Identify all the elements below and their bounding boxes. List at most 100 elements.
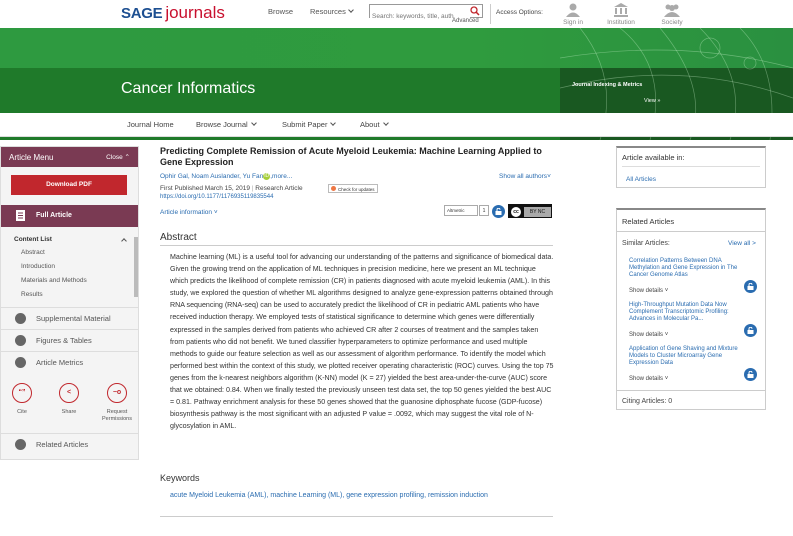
- show-details-toggle[interactable]: Show details ˅: [629, 332, 668, 338]
- society-icon: [664, 4, 680, 17]
- cc-logo: cc: [510, 206, 522, 218]
- open-access-lock-icon: [492, 205, 505, 218]
- related-label: Related Articles: [36, 440, 89, 449]
- search-icon[interactable]: [470, 6, 480, 16]
- quote-icon: “”: [18, 389, 26, 396]
- keywords-list[interactable]: acute Myeloid Leukemia (AML), machine Le…: [170, 492, 488, 499]
- figures-label: Figures & Tables: [36, 336, 92, 345]
- journal-indexing-link[interactable]: Journal Indexing & Metrics: [572, 82, 642, 88]
- view-metrics-link[interactable]: View »: [644, 98, 660, 104]
- full-article-tab[interactable]: Full Article: [1, 205, 138, 227]
- doi-link[interactable]: https://doi.org/10.1177/1176935119835544: [160, 194, 273, 200]
- similar-articles-label: Similar Articles:: [622, 240, 670, 247]
- available-in-heading: Article available in:: [622, 153, 685, 162]
- publication-info: First Published March 15, 2019 | Researc…: [160, 185, 303, 192]
- sage-journals-logo[interactable]: SAGE journals: [121, 3, 225, 22]
- related-articles-heading: Related Articles: [622, 217, 675, 226]
- altmetric-badge[interactable]: Altmetric: [444, 205, 478, 216]
- show-all-authors-link[interactable]: Show all authors˅: [499, 173, 551, 180]
- metrics-label: Article Metrics: [36, 358, 84, 367]
- related-article-link[interactable]: High-Throughput Mutation Data Now Comple…: [629, 302, 749, 323]
- logo-journals: journals: [165, 3, 225, 22]
- sign-in-button[interactable]: Sign in: [558, 3, 588, 26]
- institution-label: Institution: [607, 19, 635, 26]
- figures-icon: [15, 335, 26, 346]
- journal-home-link[interactable]: Journal Home: [127, 120, 174, 129]
- share-icon: <: [66, 389, 72, 396]
- content-item-introduction[interactable]: Introduction: [21, 263, 55, 270]
- about-menu[interactable]: About: [360, 120, 389, 129]
- society-label: Society: [661, 19, 683, 26]
- download-pdf-button[interactable]: Download PDF: [11, 175, 127, 195]
- show-details-toggle[interactable]: Show details ˅: [629, 376, 668, 382]
- citing-divider: [617, 390, 765, 391]
- content-item-methods[interactable]: Materials and Methods: [21, 277, 87, 284]
- resources-menu[interactable]: Resources: [310, 7, 354, 16]
- request-permissions-button[interactable]: −o: [107, 383, 127, 403]
- content-item-abstract[interactable]: Abstract: [21, 249, 45, 256]
- browse-label: Browse: [268, 7, 294, 16]
- header-divider: [490, 4, 491, 24]
- article-menu: Article Menu Close ⌃ Download PDF Full A…: [0, 146, 139, 460]
- keywords-divider: [160, 516, 553, 517]
- supplemental-material-item[interactable]: Supplemental Material: [1, 307, 138, 329]
- article-title: Predicting Complete Remission of Acute M…: [160, 146, 542, 167]
- chevron-up-icon[interactable]: [121, 238, 127, 244]
- creative-commons-license-icon[interactable]: cc BY NC: [508, 204, 552, 218]
- submit-paper-menu[interactable]: Submit Paper: [282, 120, 337, 129]
- article-menu-header: Article Menu Close ⌃: [1, 147, 138, 167]
- related-article-link[interactable]: Correlation Patterns Between DNA Methyla…: [629, 258, 749, 279]
- document-icon: [16, 210, 25, 221]
- abstract-heading: Abstract: [160, 232, 197, 243]
- top-header: SAGE journals Browse Resources Advanced …: [0, 0, 793, 28]
- content-list-heading[interactable]: Content List: [14, 236, 52, 243]
- abstract-text: Machine learning (ML) is a useful tool f…: [170, 253, 554, 431]
- related-articles-panel: Related Articles Similar Articles: View …: [616, 208, 766, 410]
- user-icon: [566, 3, 580, 17]
- chevron-down-icon: [330, 120, 337, 126]
- article-information-link[interactable]: Article information ˅: [160, 209, 218, 216]
- supplemental-label: Supplemental Material: [36, 314, 111, 323]
- all-articles-link[interactable]: All Articles: [626, 176, 656, 183]
- authors-text[interactable]: Ophir Gal, Noam Auslander, Yu Fan: [160, 173, 263, 180]
- close-menu-button[interactable]: Close ⌃: [106, 153, 130, 161]
- society-button[interactable]: Society: [657, 3, 687, 26]
- advanced-search-link[interactable]: Advanced: [452, 18, 479, 24]
- cc-terms: BY NC: [524, 207, 551, 217]
- access-options-label: Access Options:: [496, 9, 543, 16]
- article-metrics-item[interactable]: Article Metrics: [1, 351, 138, 373]
- sign-in-label: Sign in: [563, 19, 583, 26]
- figures-tables-item[interactable]: Figures & Tables: [1, 329, 138, 351]
- about-label: About: [360, 120, 380, 129]
- show-all-authors-label: Show all authors: [499, 173, 548, 180]
- institution-button[interactable]: Institution: [606, 3, 636, 26]
- check-for-updates-badge[interactable]: Check for updates: [328, 184, 378, 193]
- authors-more[interactable]: ,more...: [270, 173, 292, 180]
- browse-journal-label: Browse Journal: [196, 120, 248, 129]
- browse-journal-menu[interactable]: Browse Journal: [196, 120, 257, 129]
- show-details-toggle[interactable]: Show details ˅: [629, 288, 668, 294]
- related-article-link[interactable]: Application of Gene Shaving and Mixture …: [629, 346, 749, 367]
- metrics-icon: [15, 357, 26, 368]
- submit-paper-label: Submit Paper: [282, 120, 328, 129]
- browse-menu[interactable]: Browse: [268, 7, 293, 16]
- chevron-down-icon: [382, 120, 389, 126]
- altmetric-count[interactable]: 1: [479, 205, 489, 216]
- cite-label: Cite: [17, 409, 27, 415]
- show-details-label: Show details: [629, 288, 664, 294]
- content-list-scrollbar[interactable]: [134, 237, 138, 297]
- author-list[interactable]: Ophir Gal, Noam Auslander, Yu FaniD,more…: [160, 173, 292, 180]
- view-all-link[interactable]: View all >: [728, 240, 756, 247]
- content-item-results[interactable]: Results: [21, 291, 43, 298]
- share-button[interactable]: <: [59, 383, 79, 403]
- related-articles-item[interactable]: Related Articles: [1, 433, 138, 455]
- citing-articles-count[interactable]: Citing Articles: 0: [622, 398, 672, 405]
- article-info-label: Article information: [160, 209, 213, 216]
- keywords-heading: Keywords: [160, 473, 200, 483]
- show-details-label: Show details: [629, 376, 664, 382]
- logo-sage: SAGE: [121, 5, 163, 22]
- abstract-divider: [160, 245, 553, 246]
- article-type: Research Article: [255, 185, 303, 192]
- journal-title[interactable]: Cancer Informatics: [121, 80, 255, 98]
- cite-button[interactable]: “”: [12, 383, 32, 403]
